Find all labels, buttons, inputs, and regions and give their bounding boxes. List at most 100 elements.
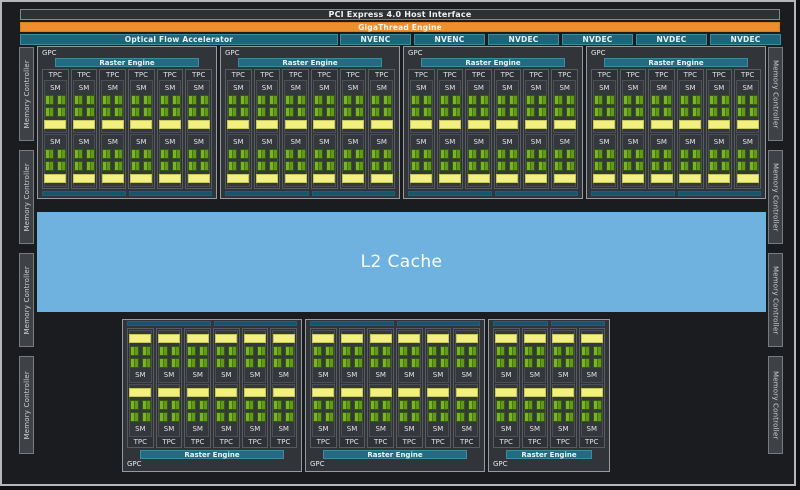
- core-cell: [239, 148, 249, 159]
- core-row: [427, 345, 449, 356]
- sm-block: SM: [129, 330, 152, 383]
- core-cell: [85, 107, 95, 118]
- core-cell: [342, 94, 352, 105]
- sm-label: SM: [261, 84, 273, 93]
- crossbar-strip: [493, 321, 605, 326]
- sm-block: SM: [44, 134, 67, 187]
- core-cell: [324, 345, 334, 356]
- sm-label: SM: [50, 84, 61, 93]
- core-row: [273, 358, 295, 369]
- core-cell: [451, 107, 461, 118]
- sm-block: SM: [553, 80, 577, 133]
- sm-block: SM: [707, 134, 731, 187]
- core-cell: [170, 345, 180, 356]
- core-cell: [142, 107, 152, 118]
- core-cell: [468, 148, 478, 159]
- core-row: [371, 148, 393, 159]
- core-cell: [679, 94, 689, 105]
- tpc-label: TPC: [556, 438, 570, 446]
- core-cell: [285, 94, 295, 105]
- tpc-label: TPC: [190, 438, 205, 446]
- core-cell: [273, 358, 283, 369]
- register-file-bar: [369, 388, 392, 398]
- register-file-bar: [130, 173, 153, 183]
- sm-label: SM: [404, 424, 415, 433]
- core-row: [313, 148, 335, 159]
- core-cell: [691, 107, 701, 118]
- core-cell: [44, 94, 54, 105]
- sm-label: SM: [107, 138, 118, 147]
- core-cell: [398, 345, 408, 356]
- core-row: [737, 94, 759, 105]
- tpc-block: SM SM TPC: [338, 328, 366, 448]
- sm-block: SM: [736, 134, 760, 187]
- crossbar-strip: [591, 191, 761, 196]
- tpc-row: TPC SM SM TPC SM SM TPC SM SM TPC SM SM TPC SM SM TPC SM…: [591, 69, 762, 189]
- core-cell: [353, 358, 363, 369]
- sm-block: SM: [72, 134, 96, 187]
- sm-label: SM: [558, 370, 569, 379]
- sm-block: SM: [495, 330, 518, 383]
- core-cell: [605, 107, 615, 118]
- nvdec-block: NVDEC: [562, 34, 633, 45]
- core-row: [679, 161, 701, 172]
- core-row: [256, 94, 278, 105]
- core-cell: [188, 94, 198, 105]
- core-cell: [398, 412, 408, 423]
- register-file-bar: [272, 334, 295, 344]
- core-cell: [285, 345, 295, 356]
- register-file-bar: [313, 119, 336, 129]
- core-row: [708, 161, 730, 172]
- register-file-bar: [650, 173, 673, 183]
- tpc-block: SM SM TPC: [270, 328, 298, 448]
- register-file-bar: [129, 388, 152, 398]
- sm-label: SM: [135, 370, 146, 379]
- core-row: [244, 345, 266, 356]
- core-row: [159, 94, 181, 105]
- crossbar-segment: [408, 191, 492, 196]
- core-row: [468, 94, 490, 105]
- core-cell: [737, 148, 747, 159]
- core-row: [554, 94, 576, 105]
- core-cell: [737, 94, 747, 105]
- core-row: [273, 399, 295, 410]
- core-cell: [199, 399, 209, 410]
- core-row: [737, 107, 759, 118]
- core-row: [651, 107, 673, 118]
- core-row: [285, 107, 307, 118]
- core-cell: [354, 94, 364, 105]
- core-row: [552, 399, 574, 410]
- sm-block: SM: [370, 80, 394, 133]
- sm-label: SM: [529, 370, 540, 379]
- tpc-label: TPC: [499, 438, 513, 446]
- sm-label: SM: [192, 370, 203, 379]
- core-row: [456, 412, 478, 423]
- core-cell: [525, 94, 535, 105]
- tpc-label: TPC: [105, 71, 120, 79]
- register-file-bar: [398, 388, 421, 398]
- core-cell: [354, 148, 364, 159]
- gpc-label: GPC: [493, 460, 508, 468]
- core-cell: [663, 161, 673, 172]
- sm-label: SM: [444, 138, 456, 147]
- core-cell: [171, 161, 181, 172]
- gpc-block: GPC Raster Engine TPC SM SM TPC SM SM TPC SM SM TPC…: [586, 46, 766, 199]
- tpc-block: SM SM TPC: [310, 328, 337, 448]
- core-cell: [341, 399, 351, 410]
- core-cell: [737, 107, 747, 118]
- core-cell: [268, 161, 278, 172]
- core-cell: [651, 94, 661, 105]
- core-row: [439, 148, 461, 159]
- core-row: [581, 345, 603, 356]
- core-cell: [297, 107, 307, 118]
- sm-block: SM: [243, 384, 267, 437]
- core-row: [593, 94, 615, 105]
- core-cell: [342, 107, 352, 118]
- core-row: [187, 412, 209, 423]
- register-file-bar: [467, 119, 490, 129]
- core-cell: [507, 345, 517, 356]
- sm-label: SM: [586, 424, 597, 433]
- tpc-label: TPC: [528, 438, 542, 446]
- sm-label: SM: [502, 138, 513, 147]
- core-cell: [525, 148, 535, 159]
